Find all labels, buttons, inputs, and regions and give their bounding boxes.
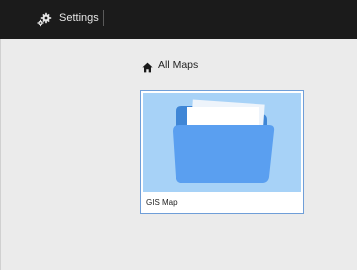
map-card-title[interactable]: GIS Map (146, 197, 178, 208)
breadcrumb: All Maps (142, 58, 198, 72)
topbar-divider (103, 10, 104, 26)
top-bar: Settings (0, 0, 357, 39)
map-thumbnail[interactable] (143, 93, 301, 192)
settings-gears-icon[interactable] (36, 11, 52, 27)
home-icon[interactable] (142, 60, 153, 72)
map-card[interactable]: GIS Map (140, 90, 304, 214)
settings-link[interactable]: Settings (59, 11, 99, 25)
breadcrumb-all-maps[interactable]: All Maps (158, 58, 198, 72)
folder-icon (173, 99, 275, 183)
